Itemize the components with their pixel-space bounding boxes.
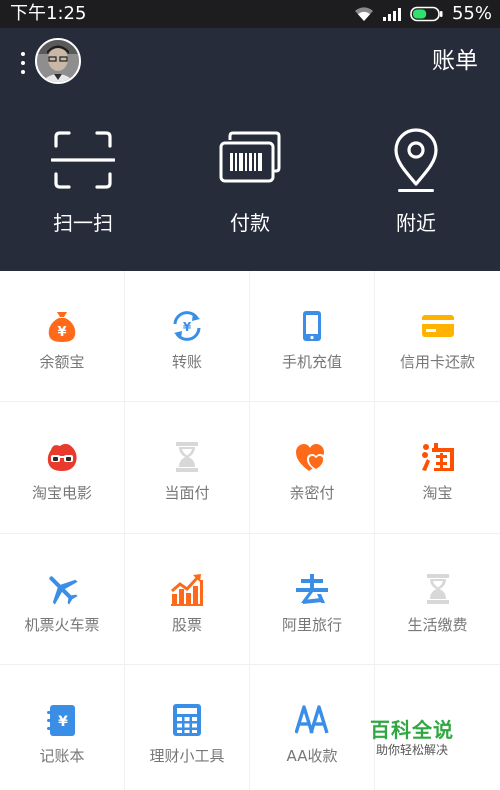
service-grid: ¥ 余额宝 ¥ 转账 手机充值 信用卡还款 淘宝电影 当面付 亲密付 淘宝 机票…	[0, 271, 500, 790]
avatar[interactable]	[35, 38, 81, 84]
service-label: 信用卡还款	[399, 353, 475, 371]
service-label: 亲密付	[289, 484, 335, 502]
more-menu-button[interactable]	[18, 50, 28, 76]
service-label: 股票	[171, 616, 202, 634]
service-mobile-recharge[interactable]: 手机充值	[250, 271, 374, 401]
hourglass-placeholder-icon	[426, 574, 449, 604]
service-aa-collect[interactable]: AA收款	[250, 665, 374, 790]
service-label: 淘宝	[422, 484, 453, 502]
home-header: 账单 扫一扫 付款 附近	[0, 28, 500, 271]
service-ali-travel[interactable]: 阿里旅行	[250, 534, 374, 664]
stock-chart-icon	[171, 574, 203, 606]
taobao-movie-icon	[47, 443, 77, 471]
wifi-icon	[354, 7, 373, 21]
dot-icon	[21, 61, 25, 65]
service-calculator[interactable]: 理财小工具	[125, 665, 249, 790]
pay-button[interactable]: 付款	[190, 128, 310, 238]
nearby-button[interactable]: 附近	[356, 128, 476, 238]
scan-button[interactable]: 扫一扫	[23, 128, 143, 238]
signal-icon	[382, 8, 401, 21]
service-label: 理财小工具	[149, 747, 225, 765]
barcode-payment-icon	[219, 131, 281, 183]
service-intimate-pay[interactable]: 亲密付	[250, 402, 374, 533]
service-label: 机票火车票	[24, 616, 100, 634]
service-label: 记账本	[39, 747, 85, 765]
service-label: 生活缴费	[407, 616, 468, 634]
svg-text:¥: ¥	[57, 325, 66, 340]
battery-percent: 55%	[451, 3, 492, 24]
service-stock[interactable]: 股票	[125, 534, 249, 664]
service-label: 余额宝	[39, 353, 85, 371]
status-bar: 下午1:25 55%	[0, 0, 500, 28]
service-transfer[interactable]: ¥ 转账	[125, 271, 249, 401]
status-icons: 55%	[354, 3, 492, 25]
ali-travel-icon	[296, 574, 328, 604]
status-time: 下午1:25	[10, 3, 87, 24]
service-label: 当面付	[164, 484, 210, 502]
battery-icon	[410, 6, 443, 22]
dot-icon	[21, 70, 25, 74]
yuebao-moneybag-icon: ¥	[48, 312, 76, 342]
service-face-pay[interactable]: 当面付	[125, 402, 249, 533]
hourglass-placeholder-icon	[176, 442, 198, 472]
svg-text:¥: ¥	[58, 714, 68, 730]
pay-label: 付款	[230, 211, 270, 235]
service-label: 阿里旅行	[281, 616, 342, 634]
mobile-recharge-icon	[303, 311, 321, 341]
location-pin-icon	[394, 128, 438, 192]
service-empty-slot	[375, 665, 500, 790]
aa-collect-icon	[295, 705, 329, 734]
scan-icon	[51, 131, 115, 189]
scan-label: 扫一扫	[53, 211, 113, 235]
service-taobao-movie[interactable]: 淘宝电影	[0, 402, 124, 533]
double-heart-icon	[296, 444, 326, 471]
bill-link[interactable]: 账单	[432, 46, 478, 76]
calculator-icon	[173, 704, 201, 736]
svg-text:¥: ¥	[183, 320, 192, 334]
airplane-icon	[49, 576, 78, 605]
service-account-book[interactable]: ¥ 记账本	[0, 665, 124, 790]
taobao-icon	[421, 443, 454, 471]
nearby-label: 附近	[396, 211, 436, 235]
credit-card-icon	[421, 315, 454, 337]
dot-icon	[21, 52, 25, 56]
service-label: AA收款	[286, 747, 338, 765]
service-flight-train[interactable]: 机票火车票	[0, 534, 124, 664]
service-label: 淘宝电影	[31, 484, 92, 502]
service-taobao[interactable]: 淘宝	[375, 402, 500, 533]
service-yuebao[interactable]: ¥ 余额宝	[0, 271, 124, 401]
transfer-icon: ¥	[173, 311, 201, 341]
service-credit-card[interactable]: 信用卡还款	[375, 271, 500, 401]
service-label: 手机充值	[281, 353, 342, 371]
account-book-icon: ¥	[47, 705, 75, 736]
avatar-portrait-icon	[37, 40, 79, 82]
service-label: 转账	[171, 353, 202, 371]
service-utilities[interactable]: 生活缴费	[375, 534, 500, 664]
